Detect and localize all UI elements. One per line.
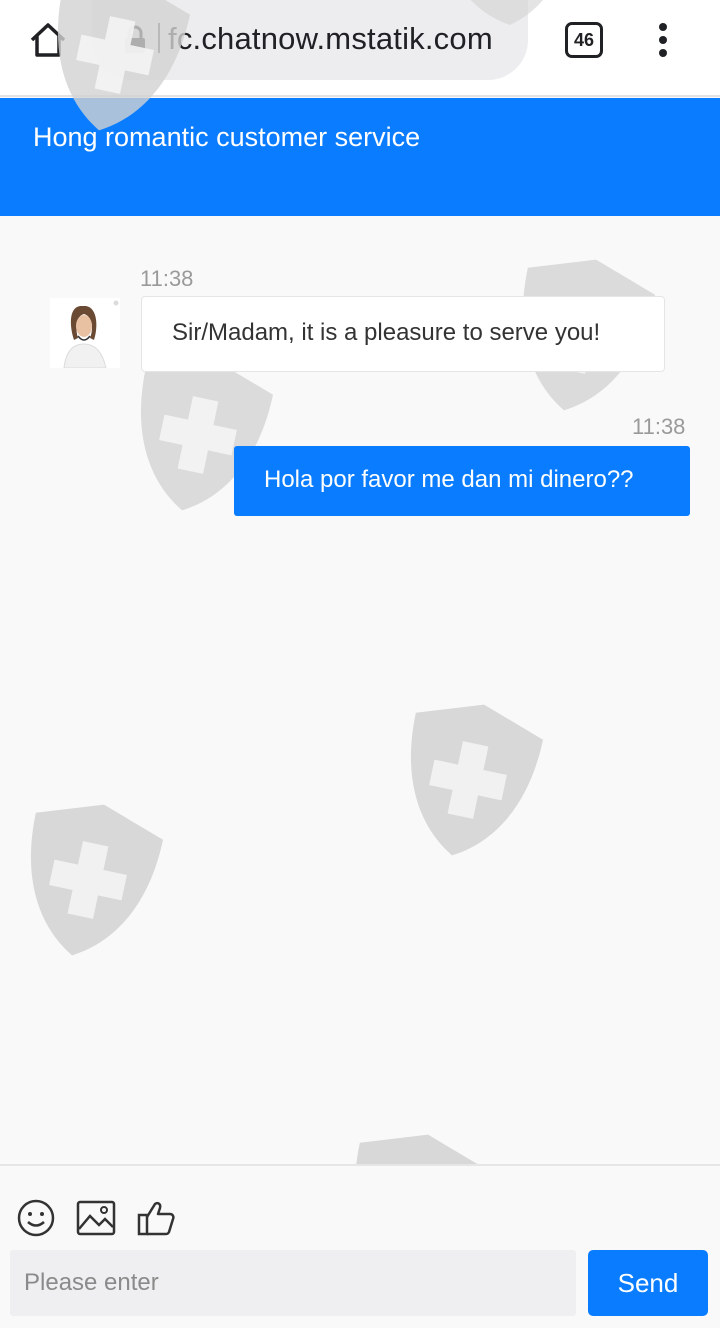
menu-dot-icon: [659, 36, 667, 44]
tab-switcher-button[interactable]: 46: [565, 22, 603, 58]
watermark-shield-icon: [410, 704, 544, 856]
browser-menu-button[interactable]: [650, 20, 676, 60]
url-text[interactable]: fc.chatnow.mstatik.com: [158, 21, 493, 57]
message-time: 11:38: [632, 414, 686, 439]
image-button[interactable]: [74, 1196, 118, 1240]
thumbs-up-icon: [137, 1201, 175, 1236]
menu-dot-icon: [659, 23, 667, 31]
menu-dot-icon: [659, 49, 667, 57]
emoji-button[interactable]: [14, 1196, 58, 1240]
image-icon: [76, 1200, 116, 1236]
message-composer: Send: [0, 1164, 720, 1328]
watermark-shield-icon: [30, 804, 164, 956]
url-value: fc.chatnow.mstatik.com: [168, 21, 493, 56]
browser-toolbar: fc.chatnow.mstatik.com 46: [0, 0, 720, 97]
agent-avatar: [50, 298, 120, 368]
home-icon: [30, 23, 66, 57]
home-button[interactable]: [26, 19, 70, 61]
agent-portrait-icon: [50, 298, 120, 368]
incoming-message: Sir/Madam, it is a pleasure to serve you…: [141, 296, 665, 372]
like-button[interactable]: [134, 1196, 178, 1240]
chat-header: Hong romantic customer service: [0, 98, 720, 216]
send-button[interactable]: Send: [588, 1250, 708, 1316]
emoji-icon: [17, 1199, 55, 1237]
message-time: 11:38: [140, 266, 194, 291]
lock-icon: [125, 25, 145, 53]
page-title: Hong romantic customer service: [33, 122, 421, 152]
message-input[interactable]: [10, 1250, 576, 1316]
outgoing-message: Hola por favor me dan mi dinero??: [234, 446, 690, 516]
